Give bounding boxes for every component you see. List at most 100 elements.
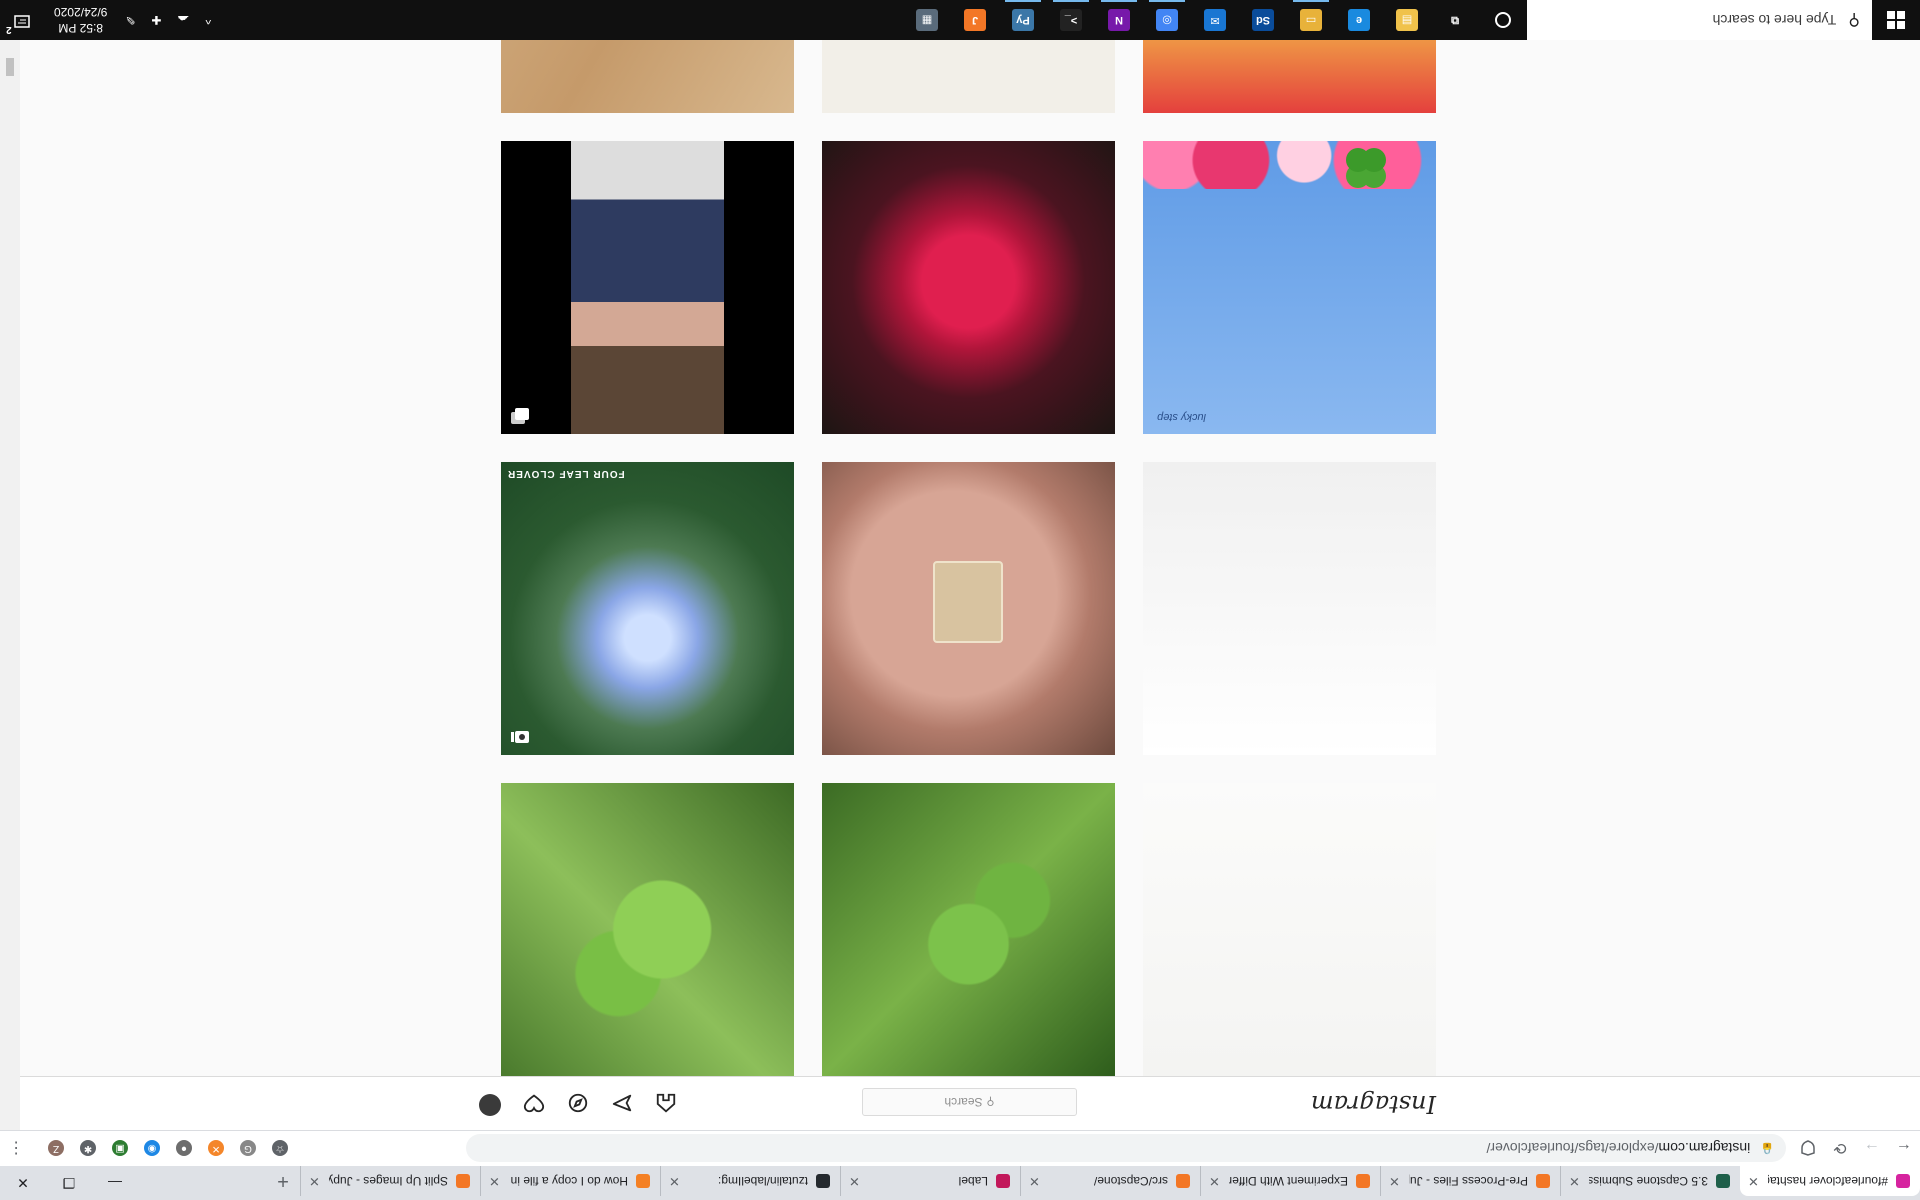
instagram-header: Instagram ⚲ Search bbox=[20, 1076, 1920, 1130]
puzzle-icon[interactable]: ✱ bbox=[72, 1135, 104, 1163]
search-icon: ⚲ bbox=[1848, 11, 1860, 28]
edge-icon[interactable]: e bbox=[1335, 0, 1383, 40]
shield-icon[interactable] bbox=[1792, 1133, 1824, 1165]
tab-favicon-icon bbox=[1536, 1174, 1550, 1188]
browser-tab-8[interactable]: Split Up Images - Jupyter N ✕ bbox=[300, 1166, 480, 1196]
address-bar[interactable]: 🔒 instagram.com/explore/tags/fourleafclo… bbox=[466, 1134, 1786, 1163]
avatar[interactable] bbox=[479, 1094, 501, 1116]
extension-orange-icon[interactable]: ✕ bbox=[200, 1135, 232, 1163]
mail-icon[interactable]: ✉ bbox=[1191, 0, 1239, 40]
photoshop-icon[interactable]: Sd bbox=[1239, 0, 1287, 40]
app-glyph: ▭ bbox=[1300, 9, 1322, 31]
tab-label: src/Capstone/ bbox=[1093, 1174, 1168, 1188]
taskbar-search-box[interactable]: ⚲ Type here to search bbox=[1527, 0, 1872, 40]
browser-tab-5[interactable]: Label ✕ bbox=[840, 1166, 1020, 1196]
post-bracelets-white[interactable] bbox=[1143, 783, 1436, 1076]
extension-green-icon[interactable]: ▣ bbox=[104, 1135, 136, 1163]
terminal-icon[interactable]: >_ bbox=[1047, 0, 1095, 40]
system-tray: ^ ☁ ✚ ✎ 8:52 PM 9/24/2020 2 bbox=[0, 0, 219, 40]
url-host: instagram.com bbox=[1658, 1140, 1751, 1157]
portrait-photo bbox=[571, 141, 724, 434]
post-portrait-woman[interactable] bbox=[501, 141, 794, 434]
jupyter-icon[interactable]: J bbox=[951, 0, 999, 40]
onenote-icon[interactable]: N bbox=[1095, 0, 1143, 40]
tab-close-icon[interactable]: ✕ bbox=[1389, 1173, 1400, 1189]
post-red-rose[interactable] bbox=[822, 141, 1115, 434]
page-scrollbar[interactable] bbox=[0, 40, 20, 1130]
tab-favicon-icon bbox=[456, 1174, 470, 1188]
app-glyph: ▦ bbox=[916, 9, 938, 31]
file-explorer-icon[interactable]: ▤ bbox=[1383, 0, 1431, 40]
tab-close-icon[interactable]: ✕ bbox=[849, 1173, 860, 1189]
post-pressed-clover-hand[interactable] bbox=[822, 462, 1115, 755]
grammarly-icon[interactable]: G bbox=[232, 1135, 264, 1163]
close-window-button[interactable]: ✕ bbox=[0, 1166, 46, 1200]
extension-blue-icon[interactable]: ◉ bbox=[136, 1135, 168, 1163]
task-view-icon[interactable]: ⧉ bbox=[1431, 0, 1479, 40]
lock-icon[interactable]: 🔒 bbox=[1760, 1142, 1774, 1155]
tab-close-icon[interactable]: ✕ bbox=[1748, 1173, 1759, 1189]
python-icon[interactable]: Py bbox=[999, 0, 1047, 40]
heart-icon[interactable] bbox=[512, 1090, 556, 1116]
tab-label: 3.5 Capstone Submission - bbox=[1589, 1174, 1708, 1188]
system-clock[interactable]: 8:52 PM 9/24/2020 bbox=[44, 4, 117, 36]
tab-close-icon[interactable]: ✕ bbox=[309, 1173, 320, 1189]
tab-label: #fourleafclover hashtag on bbox=[1768, 1174, 1888, 1188]
instagram-search-input[interactable]: ⚲ Search bbox=[862, 1088, 1077, 1116]
tray-icon-2[interactable]: ✚ bbox=[143, 13, 169, 27]
tray-icon-1[interactable]: ☁ bbox=[170, 13, 198, 27]
tab-close-icon[interactable]: ✕ bbox=[669, 1173, 680, 1189]
tab-close-icon[interactable]: ✕ bbox=[1029, 1173, 1040, 1189]
forward-button[interactable]: → bbox=[1856, 1133, 1888, 1165]
post-bead-bracelets-color[interactable] bbox=[1143, 462, 1436, 755]
tab-favicon-icon bbox=[996, 1174, 1010, 1188]
post-cupcakes-colorful[interactable] bbox=[1143, 40, 1436, 113]
minimize-button[interactable]: — bbox=[92, 1166, 138, 1200]
scrollbar-thumb[interactable] bbox=[6, 58, 14, 76]
browser-tab-4[interactable]: src/Capstone/ ✕ bbox=[1020, 1166, 1200, 1196]
folder-icon[interactable]: ▭ bbox=[1287, 0, 1335, 40]
browser-tab-2[interactable]: Pre-Process Files - Jupyter ✕ bbox=[1380, 1166, 1560, 1196]
back-button[interactable]: ← bbox=[1888, 1133, 1920, 1165]
tab-label: Experiment With Different bbox=[1229, 1174, 1348, 1188]
tray-icons: ^ ☁ ✚ ✎ bbox=[117, 13, 219, 27]
browser-menu-button[interactable]: ⋮ bbox=[0, 1133, 32, 1165]
new-tab-button[interactable]: + bbox=[266, 1166, 300, 1196]
instagram-logo[interactable]: Instagram bbox=[1311, 1090, 1436, 1118]
post-clover-grass-2[interactable] bbox=[501, 783, 794, 1076]
browser-tab-6[interactable]: tzutalin/labelImg: ✕ bbox=[660, 1166, 840, 1196]
explore-icon[interactable] bbox=[556, 1090, 600, 1116]
post-kaleidoscope-forest[interactable]: FOUR LEAF CLOVER bbox=[501, 462, 794, 755]
post-clover-grass-1[interactable] bbox=[822, 783, 1115, 1076]
post-blue-sky-clover[interactable]: lucky step bbox=[1143, 141, 1436, 434]
browser-tab-3[interactable]: Experiment With Different ✕ bbox=[1200, 1166, 1380, 1196]
notification-center-button[interactable]: 2 bbox=[0, 11, 44, 36]
bookmark-star-icon[interactable]: ☆ bbox=[264, 1135, 296, 1163]
cortana-icon[interactable] bbox=[1479, 0, 1527, 40]
app-glyph: e bbox=[1348, 9, 1370, 31]
tab-close-icon[interactable]: ✕ bbox=[1569, 1173, 1580, 1189]
home-icon[interactable] bbox=[644, 1090, 688, 1116]
post-book-rings[interactable] bbox=[822, 40, 1115, 113]
tab-close-icon[interactable]: ✕ bbox=[1209, 1173, 1220, 1189]
extension-glyph: ✕ bbox=[208, 1140, 224, 1157]
browser-tab-0[interactable]: #fourleafclover hashtag on ✕ bbox=[1740, 1166, 1920, 1196]
profile-icon[interactable]: Z bbox=[40, 1135, 72, 1163]
messenger-icon[interactable] bbox=[600, 1090, 644, 1116]
calculator-icon[interactable]: ▦ bbox=[903, 0, 951, 40]
chrome-icon[interactable]: ◎ bbox=[1143, 0, 1191, 40]
tray-icon-0[interactable]: ^ bbox=[198, 13, 220, 27]
browser-tab-7[interactable]: How do I copy a file in Pyth ✕ bbox=[480, 1166, 660, 1196]
extension-dark-icon[interactable]: ● bbox=[168, 1135, 200, 1163]
windows-start-button[interactable] bbox=[1872, 0, 1920, 40]
browser-tab-1[interactable]: 3.5 Capstone Submission - ✕ bbox=[1560, 1166, 1740, 1196]
tab-close-icon[interactable]: ✕ bbox=[489, 1173, 500, 1189]
search-placeholder: Search bbox=[944, 1095, 983, 1109]
extension-glyph: ☆ bbox=[272, 1140, 288, 1157]
reload-button[interactable]: ⟳ bbox=[1824, 1133, 1856, 1165]
post-green-bracelet-wood[interactable] bbox=[501, 40, 794, 113]
app-glyph: N bbox=[1108, 9, 1130, 31]
tray-icon-3[interactable]: ✎ bbox=[117, 13, 143, 27]
maximize-button[interactable]: ❐ bbox=[46, 1166, 92, 1200]
tab-favicon-icon bbox=[1356, 1174, 1370, 1188]
